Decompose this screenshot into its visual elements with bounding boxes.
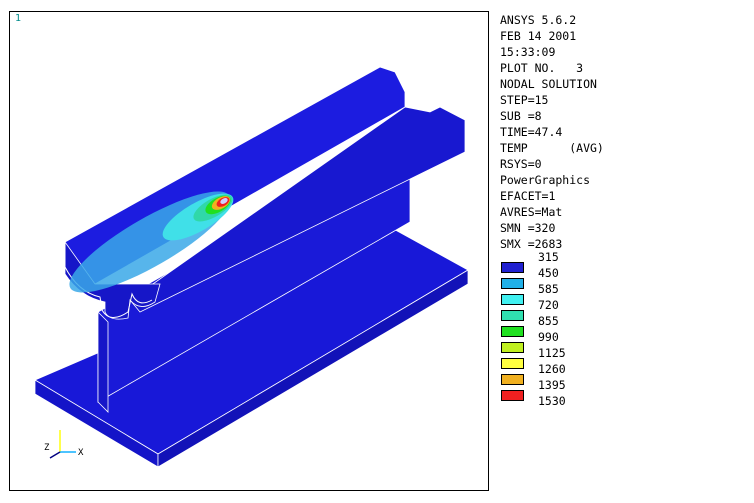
info-line: ANSYS 5.6.2 — [500, 13, 577, 27]
legend-swatch — [501, 358, 524, 369]
legend-swatch — [501, 342, 524, 353]
info-line: FEB 14 2001 — [500, 29, 577, 43]
info-line: STEP=15 — [500, 93, 549, 107]
info-line: NODAL SOLUTION — [500, 77, 597, 91]
legend-label: 1125 — [538, 346, 566, 360]
info-line: RSYS=0 — [500, 157, 542, 171]
info-line: EFACET=1 — [500, 189, 556, 203]
legend-swatch — [501, 326, 524, 337]
legend-label: 585 — [538, 282, 559, 296]
info-line: TEMP (AVG) — [500, 141, 604, 155]
info-line: PowerGraphics — [500, 173, 591, 187]
legend-label: 1260 — [538, 362, 566, 376]
legend-swatch — [501, 278, 524, 289]
legend-swatch — [501, 374, 524, 385]
legend-label: 990 — [538, 330, 559, 344]
legend-swatch — [501, 262, 524, 273]
info-line: PLOT NO. 3 — [500, 61, 584, 75]
legend-label: 855 — [538, 314, 559, 328]
triad-x-label: X — [78, 448, 84, 458]
legend-swatch — [501, 390, 524, 401]
legend-label: 720 — [538, 298, 559, 312]
info-line: 15:33:09 — [500, 45, 556, 59]
info-line: SUB =8 — [500, 109, 542, 123]
info-line: TIME=47.4 — [500, 125, 563, 139]
legend-label: 450 — [538, 266, 559, 280]
rail-model: Z X — [34, 66, 469, 468]
legend-label: 1395 — [538, 378, 566, 392]
legend-swatch — [501, 294, 524, 305]
triad-z-label: Z — [44, 443, 50, 453]
coordinate-triad: Z X — [44, 430, 84, 459]
rail-web-front — [97, 311, 109, 413]
legend-top-label: 315 — [538, 250, 559, 264]
legend-label: 1530 — [538, 394, 566, 408]
info-line: AVRES=Mat — [500, 205, 563, 219]
legend-swatch — [501, 310, 524, 321]
graphics-viewport[interactable]: 1 Z X — [9, 11, 489, 491]
info-line: SMN =320 — [500, 221, 556, 235]
info-panel: ANSYS 5.6.2 FEB 14 2001 15:33:09 PLOT NO. 3… — [500, 12, 748, 492]
